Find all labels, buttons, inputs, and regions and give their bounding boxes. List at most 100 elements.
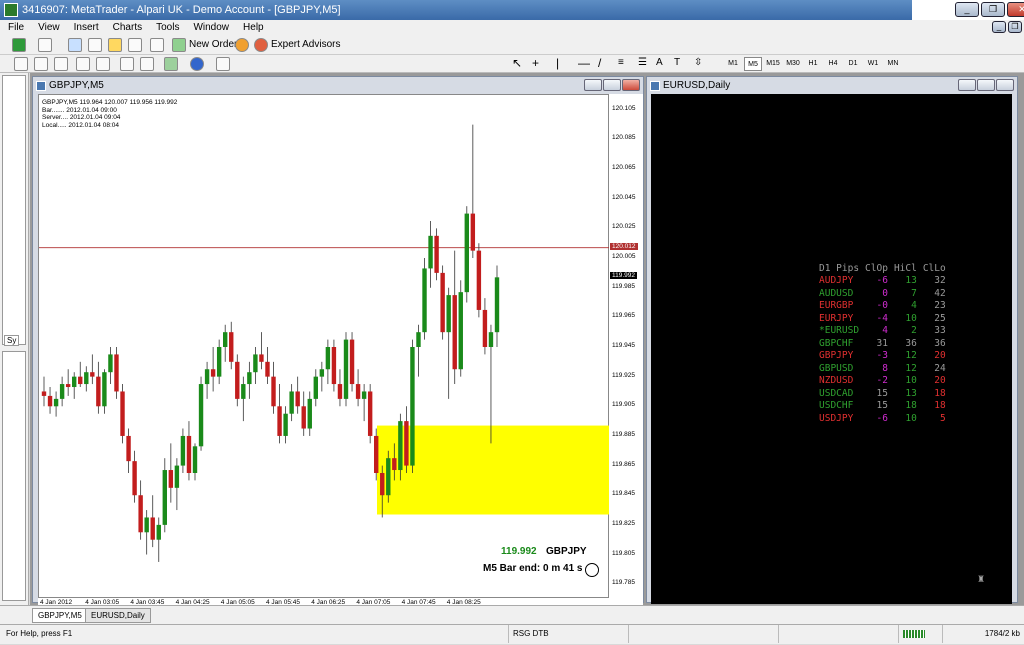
candle xyxy=(337,369,343,407)
candle-body xyxy=(84,372,89,385)
bar-chart-icon[interactable] xyxy=(14,57,28,71)
candle-body xyxy=(78,376,83,385)
chart2-minimize-button[interactable] xyxy=(958,79,976,91)
chart1-close-button[interactable] xyxy=(622,79,640,91)
templates-icon[interactable] xyxy=(216,57,230,71)
crosshair-icon[interactable]: + xyxy=(532,57,546,71)
candle-body xyxy=(41,391,47,396)
price-tick-label: 119.785 xyxy=(612,579,636,587)
timeframe-w1[interactable]: W1 xyxy=(864,57,882,71)
chart1-plot-area[interactable]: GBPJPY,M5 119.964 120.007 119.956 119.99… xyxy=(38,94,610,598)
candle-body xyxy=(398,421,403,471)
chart2-close-button[interactable] xyxy=(996,79,1014,91)
new-chart-icon[interactable] xyxy=(12,38,26,52)
menu-tools[interactable]: Tools xyxy=(156,20,179,35)
trendline-icon[interactable]: / xyxy=(598,57,612,71)
menu-file[interactable]: File xyxy=(8,20,24,35)
candle xyxy=(186,421,192,481)
mdi-minimize-button[interactable]: _ xyxy=(992,21,1006,33)
candle-body xyxy=(355,384,361,399)
timeframe-h4[interactable]: H4 xyxy=(824,57,842,71)
chart1-title: GBPJPY,M5 xyxy=(49,80,104,91)
pips-cell-sym: GBPCHF xyxy=(819,337,854,349)
pips-row: USDCHF 15 18 18 xyxy=(816,400,949,413)
candle-body xyxy=(144,517,149,533)
app-restore-button[interactable]: ❐ xyxy=(981,2,1005,17)
mdi-restore-button[interactable]: ❐ xyxy=(1008,21,1022,33)
new-order-icon[interactable] xyxy=(172,38,186,52)
pips-cell-c3: 18 xyxy=(934,387,946,399)
timeframe-m15[interactable]: M15 xyxy=(764,57,782,71)
line-chart-icon[interactable] xyxy=(54,57,68,71)
menu-window[interactable]: Window xyxy=(193,20,229,35)
zoom-out-icon[interactable] xyxy=(96,57,110,71)
pips-cell-sym: USDJPY xyxy=(819,412,854,424)
candle xyxy=(428,221,433,288)
label-icon[interactable]: T xyxy=(674,57,688,71)
expert-advisors-icon[interactable] xyxy=(254,38,268,52)
chart2-plot-area[interactable]: D1 Pips ClOp HiCl ClLo AUDJPY -6 13 32 AUDUS… xyxy=(651,94,1012,604)
pips-cell-c2: 18 xyxy=(905,400,917,412)
timeframe-d1[interactable]: D1 xyxy=(844,57,862,71)
navigator-panel[interactable] xyxy=(2,351,26,601)
candle-body xyxy=(289,391,294,414)
chart1-minimize-button[interactable] xyxy=(584,79,602,91)
timeframe-m1[interactable]: M1 xyxy=(724,57,742,71)
menu-view[interactable]: View xyxy=(38,20,60,35)
candle xyxy=(156,517,161,562)
market-watch-panel[interactable] xyxy=(2,75,26,345)
zoom-in-icon[interactable] xyxy=(76,57,90,71)
tab-eurusd[interactable]: EURUSD,Daily xyxy=(85,608,151,623)
timeframe-mn[interactable]: MN xyxy=(884,57,902,71)
metaeditor-icon[interactable] xyxy=(235,38,249,52)
candle xyxy=(138,480,143,540)
charts-toolbar: ↖ + | — / ≡ ☰ A T ⇳ M1 M5 M15 M30 H1 H4 … xyxy=(0,55,1024,73)
strategy-tester-icon[interactable] xyxy=(150,38,164,52)
new-order-button[interactable]: New Order xyxy=(189,39,237,50)
candle xyxy=(120,384,125,444)
pips-cell-sym: NZDUSD xyxy=(819,375,854,387)
candle-body xyxy=(337,384,343,399)
vertical-line-icon[interactable]: | xyxy=(556,57,570,71)
fibonacci-icon[interactable]: ☰ xyxy=(638,57,652,71)
tab-symbols[interactable]: Sy xyxy=(4,335,20,346)
menu-help[interactable]: Help xyxy=(243,20,264,35)
chart-shift-icon[interactable] xyxy=(140,57,154,71)
indicators-icon[interactable] xyxy=(164,57,178,71)
chart1-maximize-button[interactable] xyxy=(603,79,621,91)
profiles-icon[interactable] xyxy=(38,38,52,52)
tab-gbpjpy[interactable]: GBPJPY,M5 xyxy=(32,608,88,623)
candle-body xyxy=(392,458,397,471)
pips-cell-c2: 12 xyxy=(905,362,917,374)
menu-charts[interactable]: Charts xyxy=(113,20,142,35)
candle xyxy=(283,406,288,444)
arrows-icon[interactable]: ⇳ xyxy=(694,57,708,71)
horizontal-line-icon[interactable]: — xyxy=(578,57,592,71)
app-close-button[interactable]: ✕ xyxy=(1007,2,1024,17)
timeframe-m5[interactable]: M5 xyxy=(744,57,762,71)
timeframe-m30[interactable]: M30 xyxy=(784,57,802,71)
candlestick-icon[interactable] xyxy=(34,57,48,71)
expert-advisors-button[interactable]: Expert Advisors xyxy=(271,39,340,50)
menu-insert[interactable]: Insert xyxy=(74,20,99,35)
timeframe-h1[interactable]: H1 xyxy=(804,57,822,71)
candle xyxy=(343,332,349,407)
chart-window-eurusd[interactable]: EURUSD,Daily D1 Pips ClOp HiCl ClLo AUDJ… xyxy=(646,76,1018,604)
pips-cell-c2: 12 xyxy=(905,350,917,362)
candle xyxy=(349,332,355,392)
terminal-icon[interactable] xyxy=(128,38,142,52)
cursor-icon[interactable]: ↖ xyxy=(512,57,526,71)
chart2-maximize-button[interactable] xyxy=(977,79,995,91)
navigator-icon[interactable] xyxy=(108,38,122,52)
app-minimize-button[interactable]: _ xyxy=(955,2,979,17)
chart-window-gbpjpy[interactable]: GBPJPY,M5 GBPJPY,M5 119.964 120.007 119.… xyxy=(32,76,644,608)
periods-icon[interactable] xyxy=(190,57,204,71)
candle xyxy=(404,406,409,473)
data-window-icon[interactable] xyxy=(88,38,102,52)
candle-body xyxy=(361,391,367,399)
text-icon[interactable]: A xyxy=(656,57,670,71)
candle-body xyxy=(59,384,65,399)
autoscroll-icon[interactable] xyxy=(120,57,134,71)
market-watch-icon[interactable] xyxy=(68,38,82,52)
channel-icon[interactable]: ≡ xyxy=(618,57,632,71)
